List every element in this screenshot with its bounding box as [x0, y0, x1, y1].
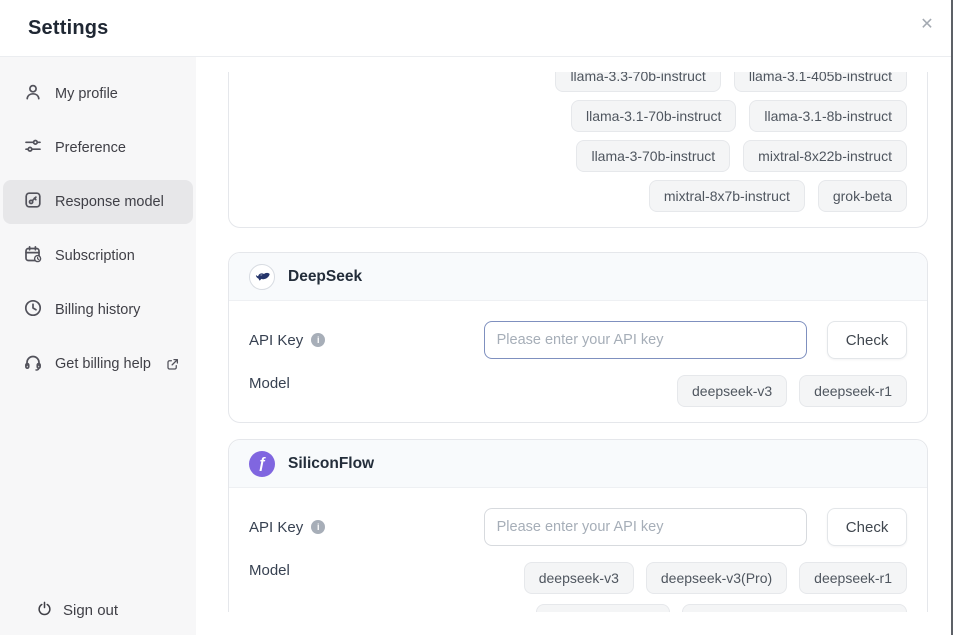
user-icon [23, 82, 43, 106]
provider-scroll-area[interactable]: llama-3.3-70b-instruct llama-3.1-405b-in… [196, 72, 954, 612]
model-chip-partial [682, 604, 907, 612]
model-chip-row: llama-3.1-70b-instruct llama-3.1-8b-inst… [249, 100, 907, 132]
api-key-row: API Key i Check [249, 508, 907, 546]
page-title: Settings [28, 17, 109, 40]
model-chip[interactable]: deepseek-v3 [677, 375, 787, 407]
api-key-row: API Key i Check [249, 321, 907, 359]
api-key-input[interactable] [484, 321, 808, 359]
model-row: Model deepseek-v3 deepseek-r1 [249, 375, 907, 407]
sidebar-item-label: Billing history [55, 302, 140, 318]
headset-icon [23, 352, 43, 376]
models-card-scrolled: llama-3.3-70b-instruct llama-3.1-405b-in… [228, 72, 928, 228]
sidebar-item-my-profile[interactable]: My profile [3, 72, 193, 116]
close-icon[interactable]: ✕ [916, 14, 938, 36]
sign-out-button[interactable]: Sign out [36, 600, 118, 621]
sign-out-label: Sign out [63, 602, 118, 619]
provider-title: DeepSeek [288, 268, 362, 286]
settings-dialog: Settings ✕ My profile Preference [0, 0, 959, 635]
deepseek-logo-icon [249, 264, 275, 290]
power-icon [36, 600, 53, 621]
sidebar: My profile Preference Response model [0, 57, 196, 635]
model-chip[interactable]: llama-3.3-70b-instruct [555, 72, 720, 92]
dialog-header: Settings [0, 0, 952, 57]
model-chip[interactable]: llama-3.1-8b-instruct [749, 100, 907, 132]
model-chip[interactable]: mixtral-8x22b-instruct [743, 140, 907, 172]
model-label: Model [249, 375, 484, 392]
model-chip-row: llama-3-70b-instruct mixtral-8x22b-instr… [249, 140, 907, 172]
model-chips: deepseek-v3 deepseek-v3(Pro) deepseek-r1 [484, 562, 907, 612]
provider-card-header: DeepSeek [229, 253, 927, 301]
sidebar-item-label: Get billing help [55, 356, 151, 372]
sidebar-item-label: Response model [55, 194, 164, 210]
model-chip[interactable]: llama-3.1-70b-instruct [571, 100, 736, 132]
sidebar-item-label: Subscription [55, 248, 135, 264]
check-button[interactable]: Check [827, 321, 907, 359]
model-chip[interactable]: grok-beta [818, 180, 907, 212]
provider-card-deepseek: DeepSeek API Key i Check Model [228, 252, 928, 423]
clock-icon [23, 298, 43, 322]
key-square-icon [23, 190, 43, 214]
model-chip[interactable]: mixtral-8x7b-instruct [649, 180, 805, 212]
model-chip[interactable]: deepseek-v3(Pro) [646, 562, 787, 594]
model-chip[interactable]: deepseek-r1 [799, 375, 907, 407]
siliconflow-logo-icon: ƒ [249, 451, 275, 477]
sidebar-item-get-billing-help[interactable]: Get billing help [3, 342, 193, 386]
sidebar-item-preference[interactable]: Preference [3, 126, 193, 170]
model-chip[interactable]: llama-3.1-405b-instruct [734, 72, 907, 92]
model-chip-row: mixtral-8x7b-instruct grok-beta [249, 180, 907, 212]
provider-card-siliconflow: ƒ SiliconFlow API Key i Check Model [228, 439, 928, 612]
info-icon[interactable]: i [311, 333, 325, 347]
sidebar-item-label: Preference [55, 140, 126, 156]
model-label: Model [249, 562, 484, 579]
sidebar-item-label: My profile [55, 86, 118, 102]
model-row: Model deepseek-v3 deepseek-v3(Pro) deeps… [249, 562, 907, 612]
provider-card-header: ƒ SiliconFlow [229, 440, 927, 488]
model-chips: deepseek-v3 deepseek-r1 [484, 375, 907, 407]
api-key-label: API Key [249, 519, 303, 536]
provider-card-body: API Key i Check Model deepseek-v3 deepse… [229, 301, 927, 422]
model-chip-partial [536, 604, 670, 612]
info-icon[interactable]: i [311, 520, 325, 534]
model-chip[interactable]: deepseek-v3 [524, 562, 634, 594]
provider-title: SiliconFlow [288, 455, 374, 473]
check-button[interactable]: Check [827, 508, 907, 546]
sliders-icon [23, 136, 43, 160]
api-key-label-wrap: API Key i [249, 332, 484, 349]
sidebar-item-response-model[interactable]: Response model [3, 180, 193, 224]
sidebar-item-billing-history[interactable]: Billing history [3, 288, 193, 332]
calendar-clock-icon [23, 244, 43, 268]
api-key-label-wrap: API Key i [249, 519, 484, 536]
provider-card-body: API Key i Check Model deepseek-v3 deepse… [229, 488, 927, 612]
model-chip[interactable]: deepseek-r1 [799, 562, 907, 594]
api-key-input[interactable] [484, 508, 808, 546]
model-chip[interactable]: llama-3-70b-instruct [576, 140, 730, 172]
model-chip-row: llama-3.3-70b-instruct llama-3.1-405b-in… [249, 72, 907, 92]
external-link-icon [165, 357, 180, 372]
api-key-label: API Key [249, 332, 303, 349]
provider-cards: llama-3.3-70b-instruct llama-3.1-405b-in… [228, 72, 928, 612]
sidebar-item-subscription[interactable]: Subscription [3, 234, 193, 278]
